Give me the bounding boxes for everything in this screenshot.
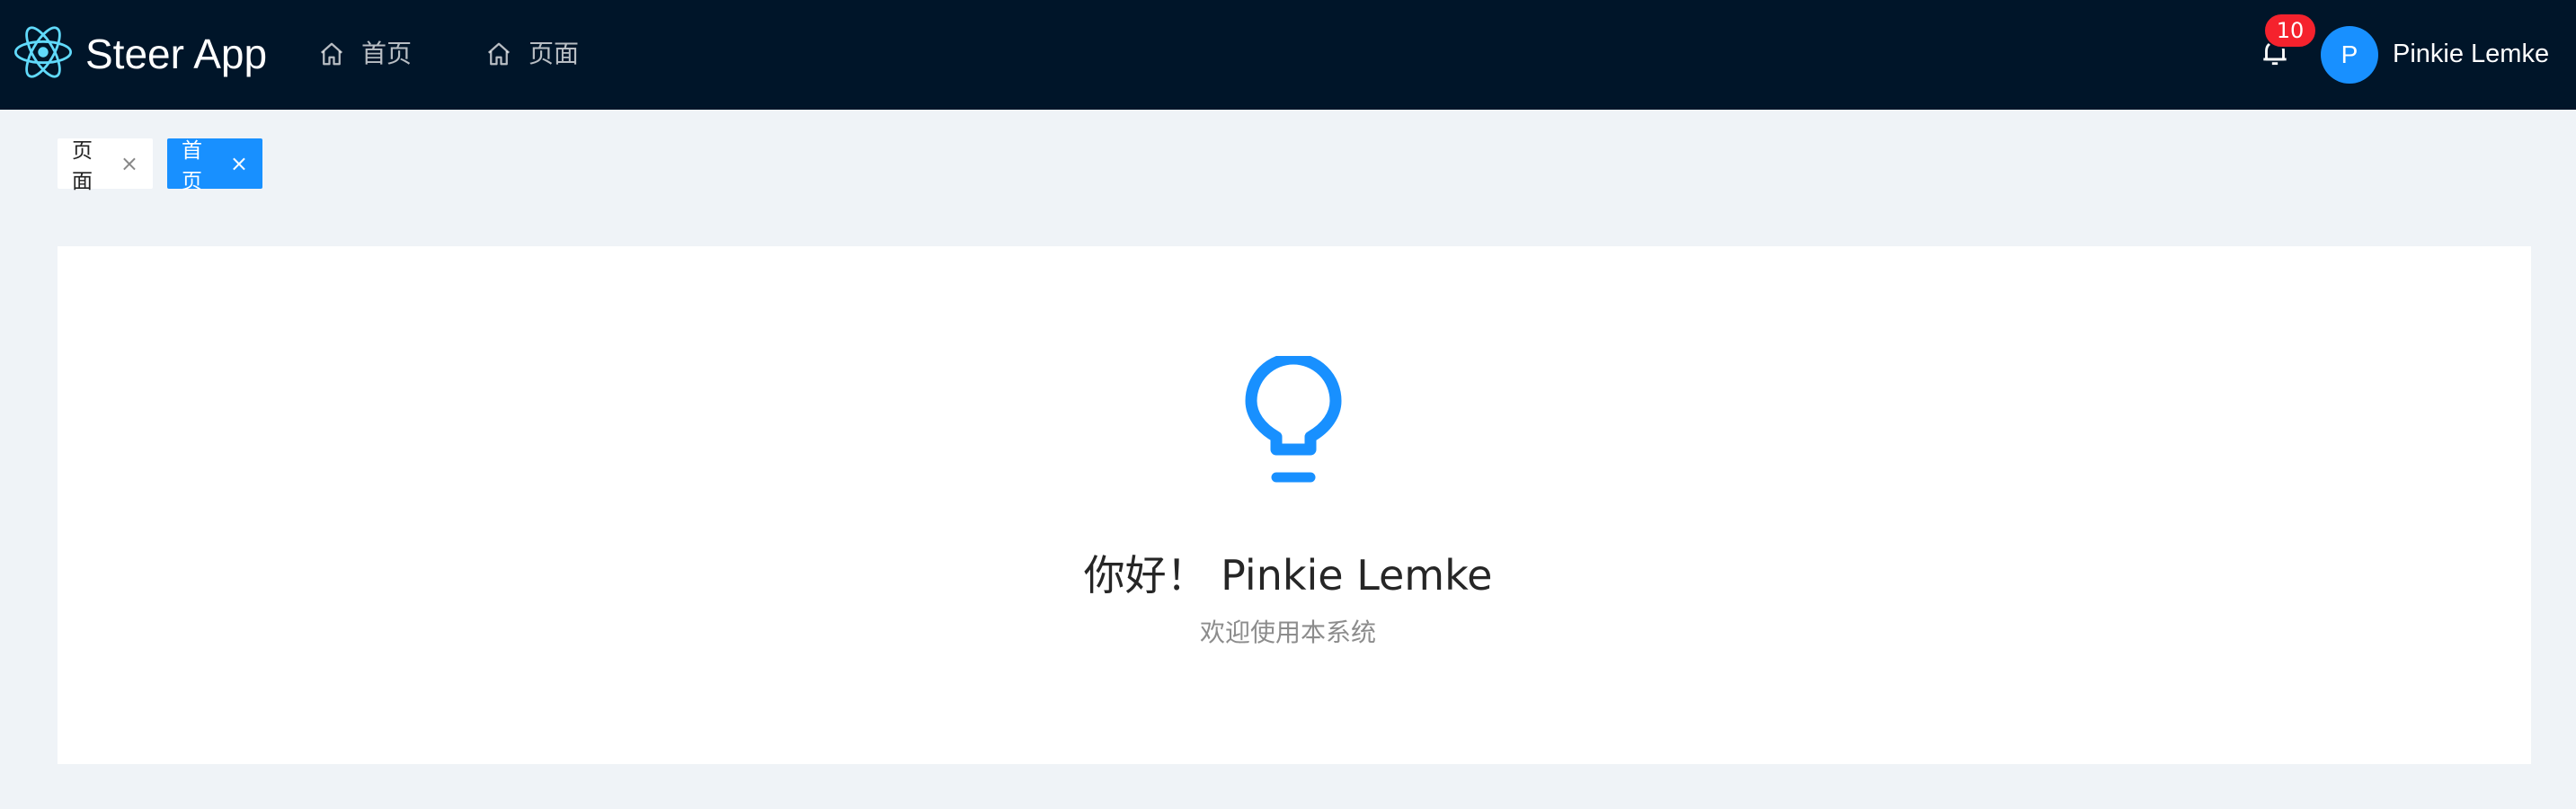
greeting-heading: 你好！ Pinkie Lemke: [1083, 551, 1493, 600]
avatar[interactable]: P: [2321, 26, 2378, 84]
nav-item-label: 首页: [361, 39, 413, 68]
nav-item-label: 页面: [529, 39, 580, 68]
nav-item-page[interactable]: 页面: [485, 27, 579, 81]
tab-page[interactable]: 页面 ×: [58, 138, 153, 193]
tab-label: 首页: [182, 139, 202, 193]
tab-home[interactable]: 首页 ×: [167, 138, 262, 193]
bulb-icon: [1245, 356, 1342, 483]
close-icon[interactable]: ×: [230, 153, 248, 174]
close-icon[interactable]: ×: [120, 153, 138, 174]
home-icon: [321, 42, 342, 66]
nav-item-home[interactable]: 首页: [318, 27, 412, 81]
top-navbar: Steer App 首页 页面 10 P Pinkie Lemke: [0, 0, 2576, 110]
tab-label: 页面: [72, 139, 93, 193]
app-title[interactable]: Steer App: [85, 27, 267, 81]
welcome-card: [58, 246, 2531, 764]
username[interactable]: Pinkie Lemke: [2393, 27, 2549, 81]
react-logo-icon[interactable]: [14, 23, 72, 81]
welcome-subtitle: 欢迎使用本系统: [1199, 618, 1376, 647]
home-icon: [488, 42, 510, 66]
notification-count-badge: 10: [2263, 13, 2317, 49]
